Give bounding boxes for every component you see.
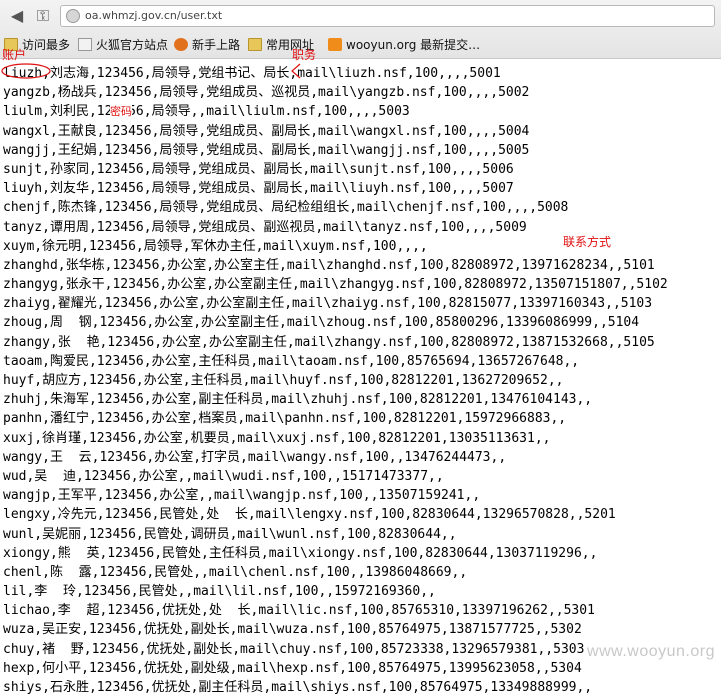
folder-icon (248, 38, 262, 51)
url-text: oa.whmzj.gov.cn/user.txt (85, 9, 223, 22)
file-line: wangxl,王献良,123456,局领导,党组成员、副局长,mail\wang… (3, 123, 530, 139)
file-line: xuxj,徐肖瑾,123456,办公室,机要员,mail\xuxj.nsf,10… (3, 430, 551, 446)
file-line: wangjp,王军平,123456,办公室,,mail\wangjp.nsf,1… (3, 488, 481, 504)
file-line: wunl,吴妮丽,123456,民管处,调研员,mail\wunl.nsf,10… (3, 526, 457, 542)
file-line: lil,李 玲,123456,民管处,,mail\lil.nsf,100,,15… (3, 584, 436, 600)
file-line: xiongy,熊 英,123456,民管处,主任科员,mail\xiongy.n… (3, 545, 598, 561)
annotation-contact: 联系方式 (563, 235, 612, 249)
position-bracket-mark (291, 63, 301, 79)
bookmarks-toolbar: 访问最多 火狐官方站点 新手上路 常用网址 wooyun.org 最新提交… (0, 33, 721, 57)
file-line: zhuhj,朱海军,123456,办公室,副主任科员,mail\zhuhj.ns… (3, 392, 593, 408)
bookmark-label: 新手上路 (192, 38, 241, 52)
rss-icon (328, 38, 342, 51)
file-line: hexp,何小平,123456,优抚处,副处级,mail\hexp.nsf,10… (3, 660, 582, 676)
file-line: zhaiyg,翟耀光,123456,办公室,办公室副主任,mail\zhaiyg… (3, 296, 653, 312)
back-arrow-icon[interactable]: ◀ (6, 5, 28, 27)
browser-chrome: ◀ ⚿ oa.whmzj.gov.cn/user.txt 访问最多 火狐官方站点… (0, 0, 721, 59)
file-line: wud,吴 迪,123456,办公室,,mail\wudi.nsf,100,,1… (3, 468, 444, 484)
file-line: panhn,潘红宁,123456,办公室,档案员,mail\panhn.nsf,… (3, 411, 567, 427)
file-line: zhanghd,张华栋,123456,办公室,办公室主任,mail\zhangh… (3, 257, 655, 273)
wooyun-watermark: www.wooyun.org (587, 643, 715, 660)
file-line: huyf,胡应方,123456,办公室,主任科员,mail\huyf.nsf,1… (3, 373, 564, 388)
account-circle-mark (1, 63, 51, 79)
file-line: sunjt,孙家同,123456,局领导,党组成员、副局长,mail\sunjt… (3, 161, 514, 177)
page-icon (78, 38, 92, 51)
bookmark-firefox-site[interactable]: 火狐官方站点 (78, 36, 168, 54)
file-line: zhangy,张 艳,123456,办公室,办公室副主任,mail\zhangy… (3, 334, 655, 350)
bookmark-label: wooyun.org 最新提交… (346, 38, 481, 52)
file-line: liuyh,刘友华,123456,局领导,党组成员、副局长,mail\liuyh… (3, 181, 514, 197)
address-bar[interactable]: oa.whmzj.gov.cn/user.txt (60, 5, 715, 27)
annotation-marks (1, 63, 301, 79)
file-line: xuym,徐元明,123456,局领导,军休办主任,mail\xuym.nsf,… (3, 238, 428, 254)
bookmark-wooyun-latest[interactable]: wooyun.org 最新提交… (328, 36, 480, 54)
key-icon[interactable]: ⚿ (32, 5, 54, 27)
file-line: taoam,陶爱民,123456,办公室,主任科员,mail\taoam.nsf… (3, 353, 580, 369)
file-line: wangy,王 云,123456,办公室,打字员,mail\wangy.nsf,… (3, 449, 507, 465)
file-line: lichao,李 超,123456,优抚处,处 长,mail\lic.nsf,1… (3, 603, 595, 619)
text-file-content: liuzh,刘志海,123456,局领导,党组书记、局长,mail\liuzh.… (3, 64, 721, 697)
file-line: chenjf,陈杰锋,123456,局领导,党组成员、局纪检组组长,mail\c… (3, 200, 569, 216)
file-line: chenl,陈 露,123456,民管处,,mail\chenl.nsf,100… (3, 564, 468, 580)
file-line: wuza,吴正安,123456,优抚处,副处长,mail\wuza.nsf,10… (3, 622, 582, 638)
firefox-icon (174, 38, 188, 51)
file-line: shiys,石永胜,123456,优抚处,副主任科员,mail\shiys.ns… (3, 680, 593, 695)
file-line: zhoug,周 钢,123456,办公室,办公室副主任,mail\zhoug.n… (3, 315, 640, 331)
file-line: zhangyg,张永干,123456,办公室,办公室副主任,mail\zhang… (3, 277, 668, 293)
file-line: wangjj,王纪娟,123456,局领导,党组成员、副局长,mail\wang… (3, 142, 530, 158)
navigation-toolbar: ◀ ⚿ oa.whmzj.gov.cn/user.txt (0, 0, 721, 32)
bookmark-label: 访问最多 (22, 38, 71, 52)
bookmark-getting-started[interactable]: 新手上路 (174, 36, 240, 54)
annotation-password: 密码 (110, 103, 132, 119)
globe-icon (66, 9, 80, 23)
bookmark-label: 火狐官方站点 (96, 38, 169, 52)
file-line: tanyz,谭用周,123456,局领导,党组成员、副巡视员,mail\tany… (3, 219, 527, 235)
file-line: lengxy,冷先元,123456,民管处,处 长,mail\lengxy.ns… (3, 507, 616, 523)
